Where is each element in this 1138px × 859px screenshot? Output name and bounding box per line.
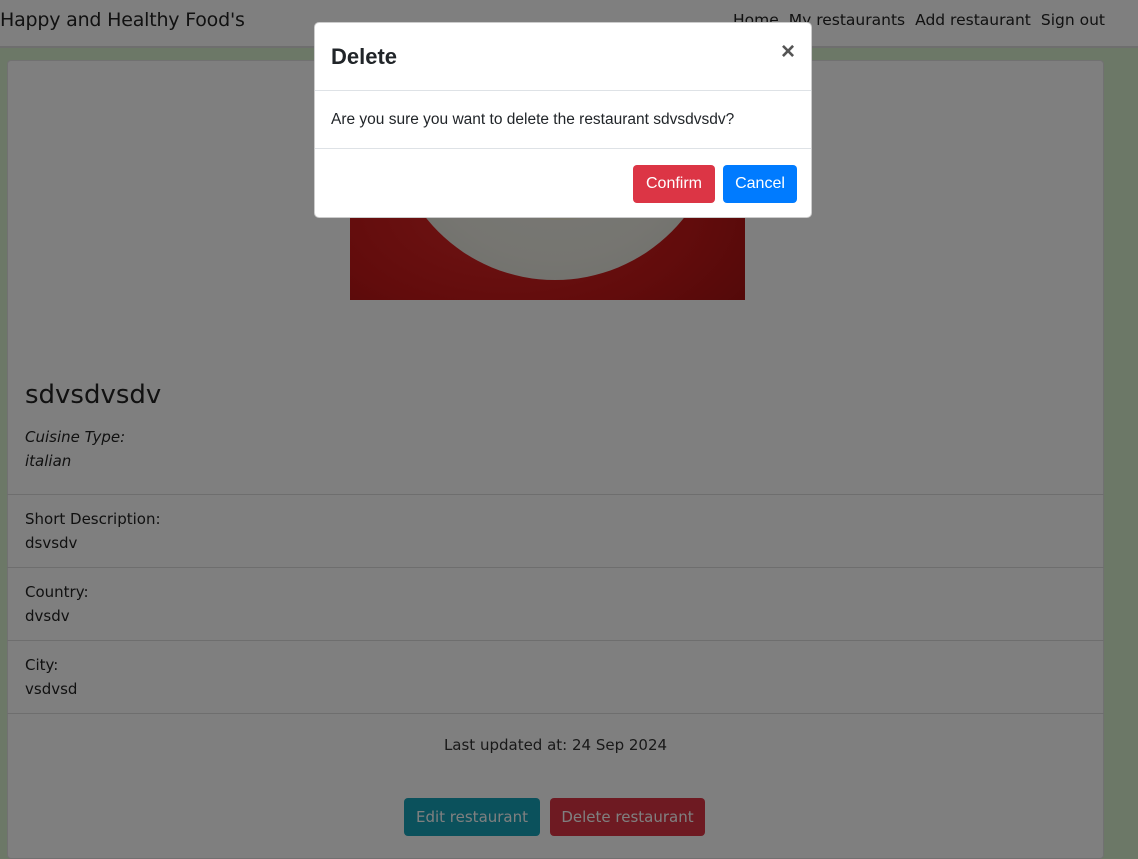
modal-header: Delete ×: [315, 23, 811, 91]
delete-modal: Delete × Are you sure you want to delete…: [314, 22, 812, 218]
modal-title: Delete: [331, 44, 398, 69]
confirm-button[interactable]: Confirm: [633, 165, 715, 203]
cancel-button[interactable]: Cancel: [723, 165, 797, 203]
modal-footer: Confirm Cancel: [315, 148, 811, 218]
close-icon[interactable]: ×: [781, 40, 795, 64]
modal-message: Are you sure you want to delete the rest…: [331, 111, 735, 128]
